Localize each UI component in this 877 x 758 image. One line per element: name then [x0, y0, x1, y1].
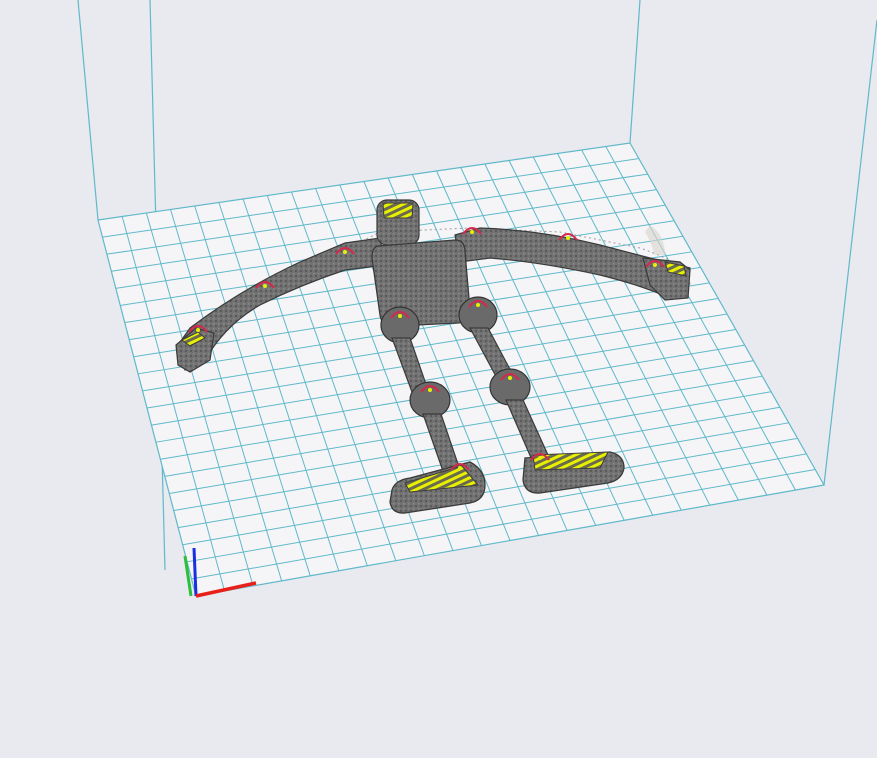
joint-top-dot — [538, 456, 542, 460]
print-bed — [97, 142, 825, 597]
joint-top-dot — [343, 250, 347, 254]
joint-top-dot — [428, 388, 432, 392]
joint-top-dot — [263, 284, 267, 288]
joint-top-dot — [196, 328, 200, 332]
joint-top-dot — [476, 303, 480, 307]
joint-top-dot — [398, 314, 402, 318]
joint-top-dot — [653, 263, 657, 267]
joint-top-dot — [508, 376, 512, 380]
head-top-layer — [382, 202, 414, 219]
joint-top-dot — [470, 230, 474, 234]
joint-top-dot — [566, 236, 570, 240]
3d-viewport[interactable] — [0, 0, 877, 758]
joint-top-dot — [458, 466, 462, 470]
